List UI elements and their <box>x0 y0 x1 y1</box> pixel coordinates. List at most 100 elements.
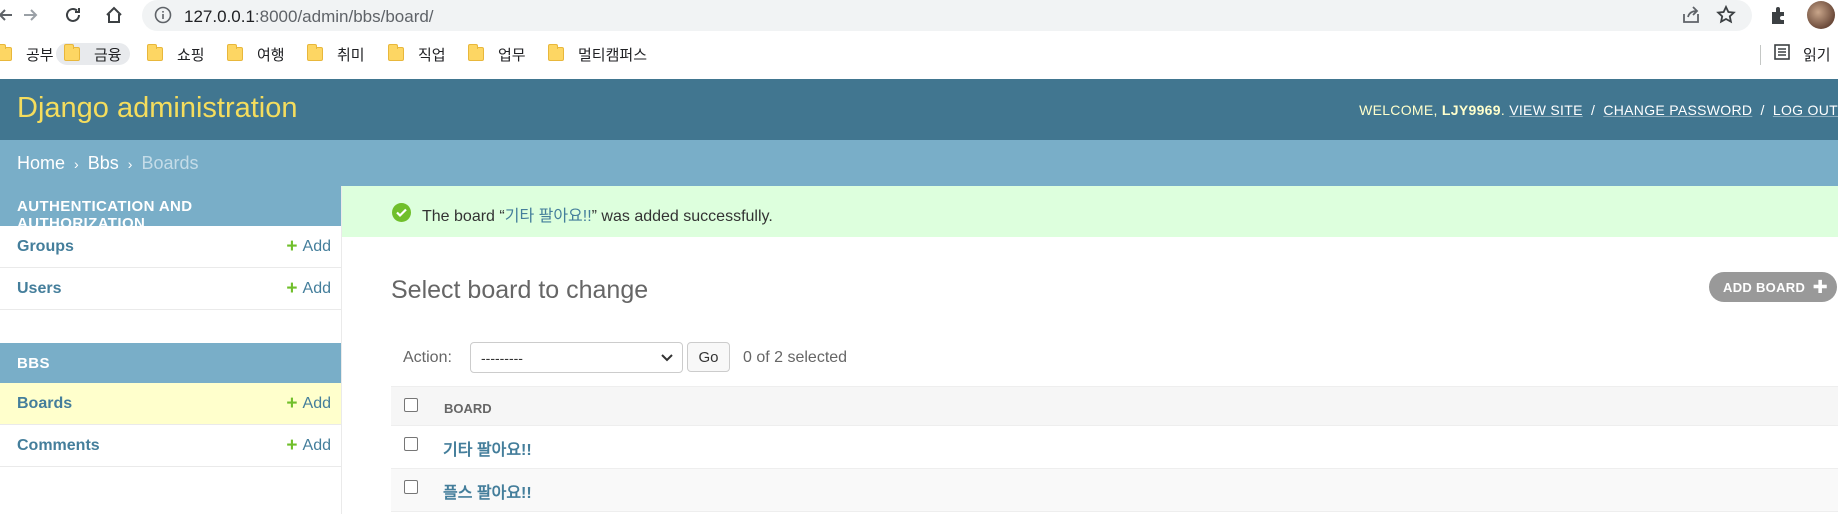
bookmark-label: 쇼핑 <box>177 46 205 64</box>
reading-list-label: 읽기 <box>1803 46 1831 64</box>
site-info-icon[interactable] <box>154 6 172 29</box>
change-password-link[interactable]: Change password <box>1603 102 1752 118</box>
bookmarks-bar: 공부 금융 쇼핑 여행 취미 직업 업무 멀티캠퍼스 <box>0 36 1838 72</box>
user-tools: Welcome, LJY9969. View site / Change pas… <box>1359 102 1838 118</box>
reading-list-icon <box>1773 43 1791 65</box>
extensions-icon[interactable] <box>1768 4 1790 31</box>
bookmark-folder[interactable]: 직업 <box>388 43 446 65</box>
message-text: The board “기타 팔아요!!” was added successfu… <box>422 202 773 226</box>
plus-icon: + <box>286 393 298 414</box>
folder-icon <box>468 44 484 61</box>
sidebar-item-label[interactable]: Boards <box>17 395 72 413</box>
actions-bar: Action: --------- Go 0 of 2 selected <box>391 341 1838 387</box>
profile-avatar[interactable] <box>1807 1 1835 29</box>
bookmark-label: 여행 <box>257 46 285 64</box>
plus-icon: + <box>286 236 298 257</box>
selection-counter: 0 of 2 selected <box>743 349 848 366</box>
breadcrumb-arrow: › <box>127 156 133 172</box>
sidebar-item-label[interactable]: Comments <box>17 437 100 455</box>
url-host: 127.0.0.1 <box>184 7 255 26</box>
bookmark-folder[interactable]: 업무 <box>468 43 526 65</box>
breadcrumb-home[interactable]: Home <box>17 153 65 173</box>
folder-icon <box>388 44 404 61</box>
sidebar-item-boards: Boards + Add <box>0 383 341 425</box>
folder-icon <box>0 44 12 61</box>
plus-icon: + <box>286 435 298 456</box>
row-checkbox[interactable] <box>404 480 418 494</box>
back-icon[interactable] <box>0 3 18 27</box>
table-row: 플스 팔아요!! <box>391 469 1838 512</box>
bookmark-label: 금융 <box>94 46 122 64</box>
sidebar-item-groups: Groups + Add <box>0 226 341 268</box>
view-site-link[interactable]: View site <box>1509 102 1583 118</box>
folder-icon <box>307 44 323 61</box>
sidebar-item-label[interactable]: Users <box>17 280 61 298</box>
add-boards-link[interactable]: + Add <box>286 393 331 414</box>
site-branding[interactable]: Django administration <box>17 92 297 125</box>
admin-header: Django administration Welcome, LJY9969. … <box>0 79 1838 140</box>
module-spacer <box>0 310 341 343</box>
bookmark-folder[interactable]: 멀티캠퍼스 <box>548 43 647 65</box>
bookmark-folder[interactable]: 금융 <box>56 43 130 65</box>
bookmark-folder[interactable]: 공부 <box>0 43 54 65</box>
page-title: Select board to change <box>391 276 649 304</box>
address-bar[interactable]: 127.0.0.1:8000/admin/bbs/board/ <box>142 0 1752 31</box>
plus-icon: ✚ <box>1812 277 1828 297</box>
add-board-button[interactable]: Add board ✚ <box>1709 272 1837 302</box>
breadcrumb-app[interactable]: Bbs <box>88 153 119 173</box>
welcome-text: Welcome, <box>1359 102 1438 118</box>
message-prefix: The board “ <box>422 208 505 225</box>
bookmark-folder[interactable]: 여행 <box>227 43 285 65</box>
table-row: 기타 팔아요!! <box>391 426 1838 469</box>
url-path: :8000/admin/bbs/board/ <box>254 7 434 26</box>
go-button[interactable]: Go <box>687 342 730 372</box>
bookmark-label: 직업 <box>418 46 446 64</box>
folder-icon <box>227 44 243 61</box>
success-check-icon <box>392 203 411 222</box>
plus-icon: + <box>286 278 298 299</box>
add-label: Add <box>302 280 331 297</box>
reload-icon[interactable] <box>61 3 85 27</box>
select-all-checkbox[interactable] <box>404 398 418 412</box>
result-list-table: Board 기타 팔아요!! 플스 팔아요!! <box>391 386 1838 512</box>
success-message: The board “기타 팔아요!!” was added successfu… <box>342 186 1838 237</box>
browser-toolbar: 127.0.0.1:8000/admin/bbs/board/ <box>0 0 1838 31</box>
bookmark-star-icon[interactable] <box>1715 4 1737 31</box>
row-link[interactable]: 플스 팔아요!! <box>443 479 532 503</box>
action-selected-value: --------- <box>481 350 523 366</box>
bookmark-label: 업무 <box>498 46 526 64</box>
table-header: Board <box>391 386 1838 426</box>
action-select[interactable]: --------- <box>470 342 683 373</box>
module-caption-bbs[interactable]: BBS <box>0 343 341 383</box>
separator: / <box>1590 102 1596 118</box>
row-checkbox[interactable] <box>404 437 418 451</box>
bookmark-folder[interactable]: 쇼핑 <box>147 43 205 65</box>
add-users-link[interactable]: + Add <box>286 278 331 299</box>
forward-icon[interactable] <box>18 3 42 27</box>
home-icon[interactable] <box>102 3 126 27</box>
add-comments-link[interactable]: + Add <box>286 435 331 456</box>
column-header-board[interactable]: Board <box>444 401 492 416</box>
bookmark-folder[interactable]: 취미 <box>307 43 365 65</box>
share-icon[interactable] <box>1680 4 1702 31</box>
message-object-link[interactable]: 기타 팔아요!! <box>505 208 592 225</box>
chevron-down-icon <box>660 349 674 368</box>
row-link[interactable]: 기타 팔아요!! <box>443 436 532 460</box>
add-groups-link[interactable]: + Add <box>286 236 331 257</box>
log-out-link[interactable]: Log out <box>1773 102 1838 118</box>
sidebar-item-label[interactable]: Groups <box>17 238 74 256</box>
folder-icon <box>147 44 163 61</box>
module-caption-auth[interactable]: Authentication and Authorization <box>0 186 341 232</box>
welcome-period: . <box>1500 102 1506 118</box>
nav-sidebar: Authentication and Authorization Groups … <box>0 186 342 514</box>
reading-list-button[interactable]: 읽기 <box>1773 43 1831 65</box>
message-suffix: ” was added successfully. <box>591 208 773 225</box>
breadcrumb-current: Boards <box>141 153 199 173</box>
add-label: Add <box>302 395 331 412</box>
folder-icon <box>548 44 564 61</box>
action-label: Action: <box>403 349 452 366</box>
username: LJY9969 <box>1441 102 1501 118</box>
breadcrumb-arrow: › <box>74 156 79 172</box>
add-label: Add <box>302 437 331 454</box>
sidebar-item-comments: Comments + Add <box>0 425 341 467</box>
